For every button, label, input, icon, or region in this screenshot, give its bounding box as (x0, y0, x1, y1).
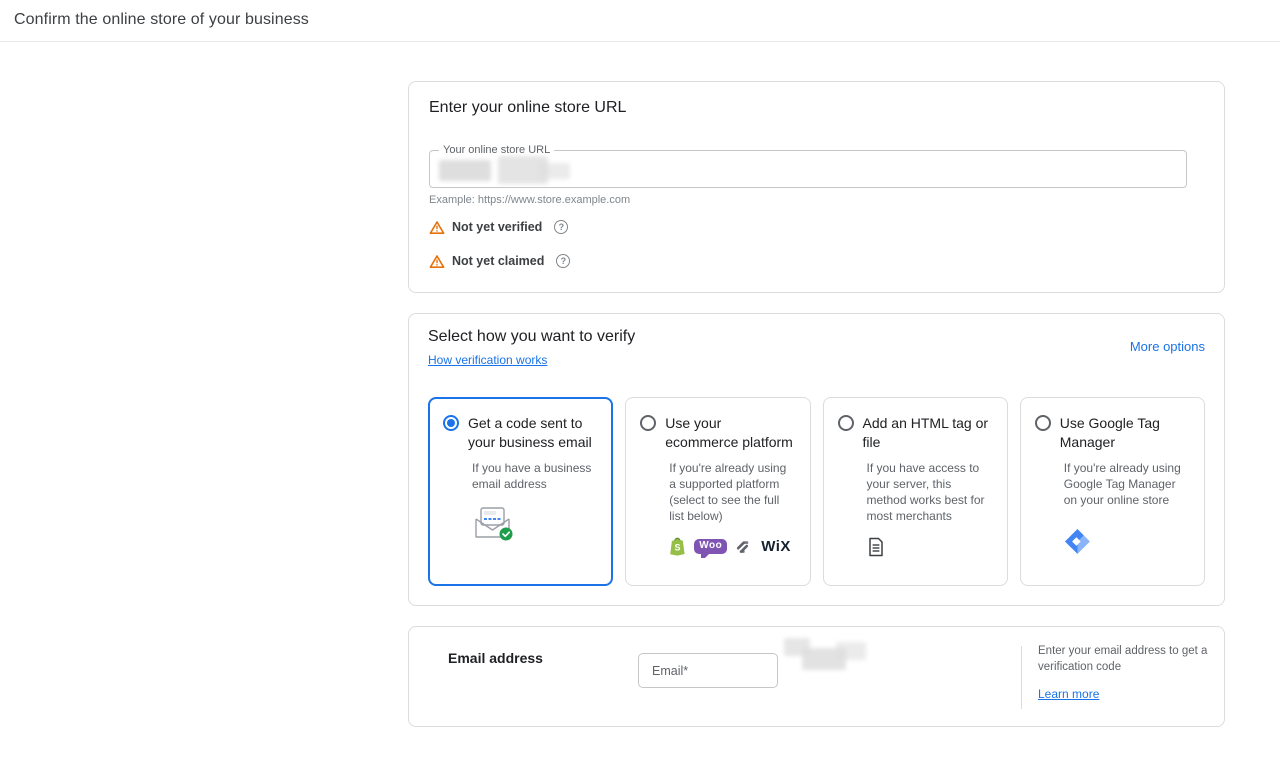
email-address-label: Email address (448, 650, 543, 666)
option-description: If you have access to your server, this … (867, 460, 993, 524)
store-url-heading: Enter your online store URL (429, 99, 1204, 117)
email-verified-icon (472, 505, 516, 541)
claimed-status-row: Not yet claimed (429, 252, 1204, 270)
vertical-divider (1021, 646, 1022, 709)
how-verification-works-link[interactable]: How verification works (428, 353, 547, 367)
option-description: If you're already using Google Tag Manag… (1064, 460, 1190, 508)
verify-method-card: Select how you want to verify How verifi… (408, 313, 1225, 606)
more-options-link[interactable]: More options (1130, 339, 1205, 369)
option-description: If you have a business email address (472, 460, 598, 492)
store-url-field-label: Your online store URL (439, 144, 554, 156)
option-title: Get a code sent to your business email (468, 414, 598, 452)
radio-unselected-icon[interactable] (838, 415, 854, 431)
main-content: Enter your online store URL Your online … (408, 81, 1225, 727)
radio-unselected-icon[interactable] (640, 415, 656, 431)
email-help-text: Enter your email address to get a verifi… (1038, 643, 1220, 675)
verify-options: Get a code sent to your business email I… (428, 397, 1205, 586)
help-icon[interactable] (556, 254, 570, 268)
store-url-input[interactable]: Your online store URL (429, 150, 1187, 188)
html-file-icon (867, 537, 885, 557)
svg-text:S: S (675, 543, 681, 553)
redacted-email-value (784, 634, 870, 678)
warning-icon (429, 220, 445, 235)
option-ecommerce-platform[interactable]: Use your ecommerce platform If you're al… (625, 397, 810, 586)
warning-icon (429, 254, 445, 269)
option-title: Use Google Tag Manager (1060, 414, 1190, 452)
option-business-email[interactable]: Get a code sent to your business email I… (428, 397, 613, 586)
redacted-url-value (538, 163, 570, 179)
option-title: Add an HTML tag or file (863, 414, 993, 452)
store-url-example: Example: https://www.store.example.com (429, 194, 1204, 206)
woocommerce-logo: Woo (694, 539, 727, 554)
google-tag-manager-icon (1064, 528, 1091, 555)
option-title: Use your ecommerce platform (665, 414, 795, 452)
wix-logo: WiX (761, 538, 791, 555)
help-icon[interactable] (554, 220, 568, 234)
option-description: If you're already using a supported plat… (669, 460, 795, 524)
verified-status-row: Not yet verified (429, 218, 1204, 236)
page-title: Confirm the online store of your busines… (14, 11, 1280, 29)
option-google-tag-manager[interactable]: Use Google Tag Manager If you're already… (1020, 397, 1205, 586)
email-address-card: Email address Enter your email address t… (408, 626, 1225, 727)
email-input[interactable] (638, 653, 778, 688)
claimed-status-label: Not yet claimed (452, 254, 544, 268)
verified-status-label: Not yet verified (452, 220, 542, 234)
squarespace-logo (735, 539, 753, 555)
learn-more-link[interactable]: Learn more (1038, 687, 1099, 701)
radio-selected-icon[interactable] (443, 415, 459, 431)
store-url-card: Enter your online store URL Your online … (408, 81, 1225, 293)
radio-unselected-icon[interactable] (1035, 415, 1051, 431)
page-header: Confirm the online store of your busines… (0, 0, 1280, 42)
option-html-tag[interactable]: Add an HTML tag or file If you have acce… (823, 397, 1008, 586)
verify-heading: Select how you want to verify (428, 328, 635, 346)
redacted-url-value (439, 160, 491, 181)
shopify-logo: S (669, 537, 686, 556)
